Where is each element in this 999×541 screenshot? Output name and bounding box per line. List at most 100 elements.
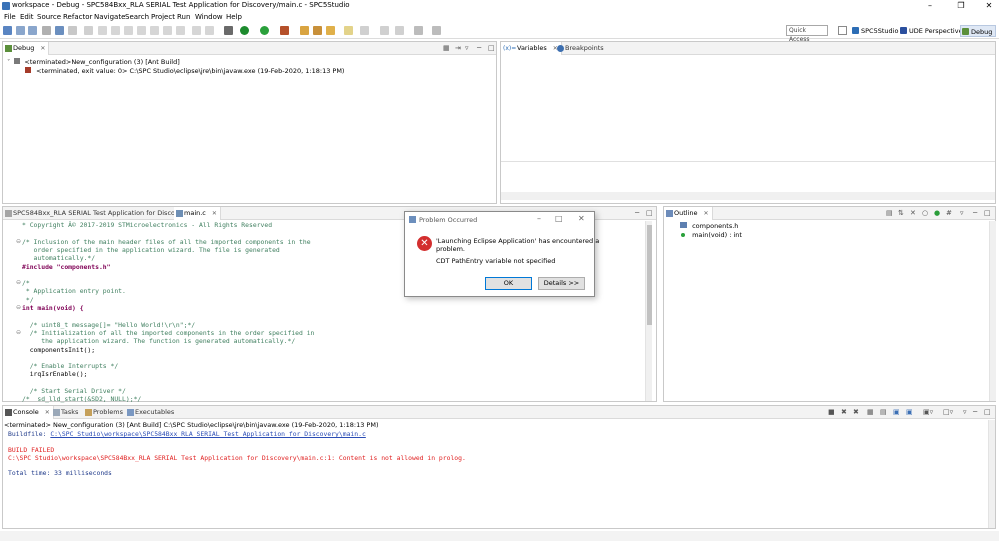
editor-scrollbar[interactable] — [645, 221, 652, 401]
menu-window[interactable]: Window — [195, 13, 223, 21]
chevron-down-icon[interactable]: ▿ — [465, 44, 469, 52]
maximize-button[interactable]: ❐ — [951, 0, 971, 12]
code-line[interactable]: order specified in the application wizar… — [22, 246, 280, 254]
open-perspective-icon[interactable] — [838, 26, 847, 35]
outline-scrollbar[interactable] — [989, 221, 996, 401]
view-menu-icon[interactable]: ⇥ — [455, 44, 461, 52]
close-tab-icon[interactable]: ✕ — [212, 207, 217, 220]
resume-icon[interactable] — [98, 26, 107, 35]
code-line[interactable]: componentsInit(); — [22, 346, 95, 354]
fold-icon[interactable]: ⊖ — [16, 304, 21, 311]
close-tab-icon[interactable]: ✕ — [45, 406, 50, 419]
maximize-view-icon[interactable]: □ — [488, 44, 495, 52]
console-scrollbar[interactable] — [988, 420, 995, 528]
code-line[interactable]: /* uint8_t message[]= "Hello World!\r\n"… — [22, 321, 195, 329]
remove-all-icon[interactable]: ✖ — [853, 408, 859, 416]
code-line[interactable]: * Application entry point. — [22, 287, 126, 295]
tab-outline[interactable]: Outline ✕ — [664, 207, 713, 220]
run-icon[interactable] — [260, 26, 269, 35]
prev-annotation-icon[interactable] — [380, 26, 389, 35]
fold-icon[interactable]: ⊖ — [16, 279, 21, 286]
external-tools-icon[interactable] — [280, 26, 289, 35]
last-edit-icon[interactable] — [395, 26, 404, 35]
maximize-view-icon[interactable]: □ — [984, 209, 991, 217]
code-line[interactable]: #include "components.h" — [22, 263, 111, 271]
maximize-view-icon[interactable]: □ — [984, 408, 991, 416]
hide-static-icon[interactable]: ○ — [922, 209, 928, 217]
buildfile-link[interactable]: C:\SPC Studio\workspace\SPC584Bxx_RLA SE… — [50, 430, 366, 438]
tab-breakpoints[interactable]: Breakpoints — [555, 42, 618, 55]
perspective-debug[interactable]: Debug — [960, 25, 996, 37]
menu-file[interactable]: File — [4, 13, 16, 21]
code-line[interactable]: automatically.*/ — [22, 254, 96, 262]
hide-non-public-icon[interactable]: ● — [934, 209, 940, 217]
fold-icon[interactable]: ⊖ — [16, 329, 21, 336]
scrollbar-thumb[interactable] — [647, 225, 652, 325]
code-line[interactable]: */ — [22, 296, 34, 304]
menu-navigate[interactable]: Navigate — [94, 13, 125, 21]
menu-source[interactable]: Source — [37, 13, 61, 21]
chevron-down-icon[interactable]: ▿ — [963, 408, 967, 416]
disconnect-icon[interactable] — [137, 26, 146, 35]
open-folder-icon[interactable] — [300, 26, 309, 35]
code-line[interactable]: /* Enable Interrupts */ — [22, 362, 119, 370]
menu-help[interactable]: Help — [226, 13, 242, 21]
close-tab-icon[interactable]: ✕ — [40, 42, 45, 55]
perspective-spc5studio[interactable]: SPC5Studio — [851, 25, 898, 37]
tab-main-c[interactable]: main.c ✕ — [174, 207, 221, 220]
tab-console[interactable]: Console ✕ — [3, 406, 54, 419]
horizontal-scrollbar[interactable] — [501, 192, 995, 200]
dialog-close-icon[interactable]: ✕ — [578, 214, 585, 223]
clear-console-icon[interactable]: ▦ — [867, 408, 874, 416]
menu-edit[interactable]: Edit — [20, 13, 34, 21]
open-type-icon[interactable] — [313, 26, 322, 35]
minimize-view-icon[interactable]: ─ — [973, 209, 977, 217]
ude-icon[interactable] — [224, 26, 233, 35]
outline-item-function[interactable]: main(void) : int — [681, 231, 742, 239]
tab-debug[interactable]: Debug ✕ — [3, 42, 50, 55]
scroll-lock-icon[interactable]: ▤ — [880, 408, 887, 416]
outline-item-include[interactable]: components.h — [680, 222, 738, 230]
drop-to-frame-icon[interactable] — [192, 26, 201, 35]
next-annotation-icon[interactable] — [360, 26, 369, 35]
menu-run[interactable]: Run — [177, 13, 190, 21]
code-line[interactable]: /* — [22, 279, 30, 287]
code-line[interactable]: irqIsrEnable(); — [22, 370, 88, 378]
close-window-button[interactable]: ✕ — [979, 0, 999, 12]
collapse-all-icon[interactable]: ▤ — [886, 209, 893, 217]
debug-tree-row[interactable]: <terminated, exit value: 0> C:\SPC Studi… — [25, 67, 344, 75]
dialog-minimize-icon[interactable]: – — [537, 214, 541, 223]
annotation-icon[interactable] — [344, 26, 353, 35]
minimize-button[interactable]: – — [920, 0, 940, 12]
menu-search[interactable]: Search — [125, 13, 149, 21]
debug-tree-row[interactable]: ˅ <terminated>New_configuration (3) [Ant… — [7, 58, 180, 66]
tab-variables[interactable]: (x)= Variables ✕ — [501, 42, 562, 55]
step-into-icon[interactable] — [150, 26, 159, 35]
display-console-icon[interactable]: ▣▿ — [923, 408, 933, 416]
print-icon[interactable] — [42, 26, 51, 35]
open-console-icon[interactable]: □▿ — [943, 408, 953, 416]
close-tab-icon[interactable]: ✕ — [703, 207, 708, 220]
step-over-icon[interactable] — [163, 26, 172, 35]
quick-access-field[interactable]: Quick Access — [786, 25, 828, 43]
show-on-output-icon[interactable]: ▣ — [906, 408, 913, 416]
fold-icon[interactable]: ⊖ — [16, 238, 21, 245]
tab-executables[interactable]: Executables — [125, 406, 188, 419]
save-all-icon[interactable] — [28, 26, 37, 35]
expand-chevron-icon[interactable]: ˅ — [7, 58, 10, 66]
remove-terminated-icon[interactable]: ▦ — [443, 44, 450, 52]
code-line[interactable]: /* sd_lld_start(&SD2, NULL);*/ — [22, 395, 141, 403]
pin-console-icon[interactable]: ▣ — [893, 408, 900, 416]
terminate-icon[interactable]: ■ — [828, 408, 835, 416]
code-line[interactable]: /* Start Serial Driver */ — [22, 387, 126, 395]
save-icon[interactable] — [16, 26, 25, 35]
code-line[interactable]: * Copyright Â© 2017-2019 STMicroelectron… — [22, 221, 272, 229]
perspective-ude[interactable]: UDE Perspective — [899, 25, 963, 37]
new-icon[interactable] — [3, 26, 12, 35]
code-line[interactable]: /* Inclusion of the main header files of… — [22, 238, 311, 246]
forward-icon[interactable] — [432, 26, 441, 35]
minimize-view-icon[interactable]: ─ — [635, 209, 639, 217]
maximize-view-icon[interactable]: □ — [646, 209, 653, 217]
chevron-down-icon[interactable]: ▿ — [960, 209, 964, 217]
dialog-maximize-icon[interactable]: □ — [555, 214, 563, 223]
